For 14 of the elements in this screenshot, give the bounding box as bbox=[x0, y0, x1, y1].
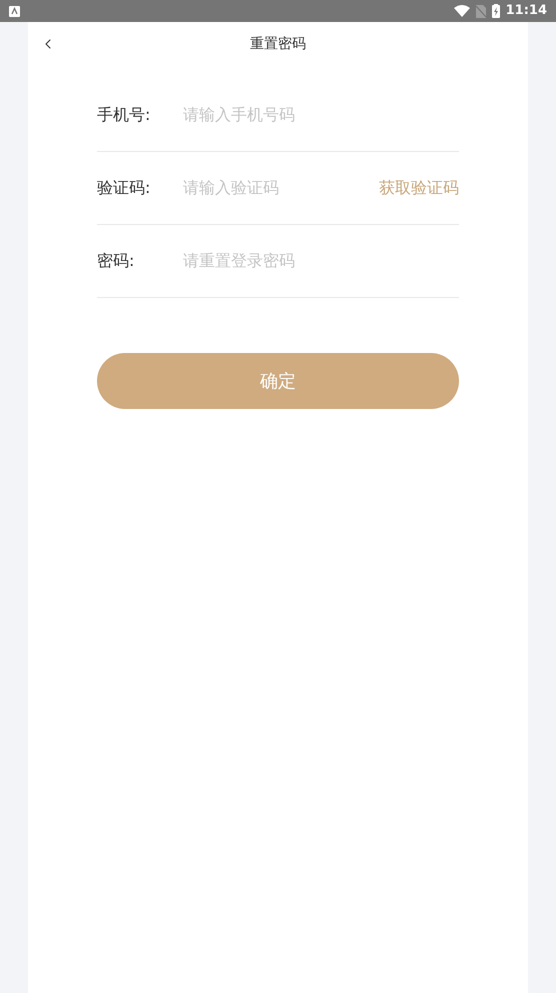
app-notification-icon bbox=[9, 6, 20, 16]
status-time: 11:14 bbox=[506, 2, 547, 20]
wifi-icon bbox=[454, 5, 470, 17]
get-code-button[interactable]: 获取验证码 bbox=[379, 176, 459, 200]
input-field[interactable]: 请重置登录密码 bbox=[183, 249, 459, 273]
confirm-button[interactable]: 确定 bbox=[97, 353, 459, 409]
input-field[interactable]: 请输入手机号码 bbox=[183, 103, 459, 127]
field-label: 密码: bbox=[97, 250, 136, 272]
battery-charging-icon bbox=[492, 4, 500, 18]
no-sim-icon bbox=[476, 4, 486, 18]
page-title: 重置密码 bbox=[250, 34, 306, 54]
field-label: 手机号: bbox=[97, 104, 152, 126]
input-field[interactable]: 请输入验证码 bbox=[183, 176, 379, 200]
field-label: 验证码: bbox=[97, 177, 152, 199]
